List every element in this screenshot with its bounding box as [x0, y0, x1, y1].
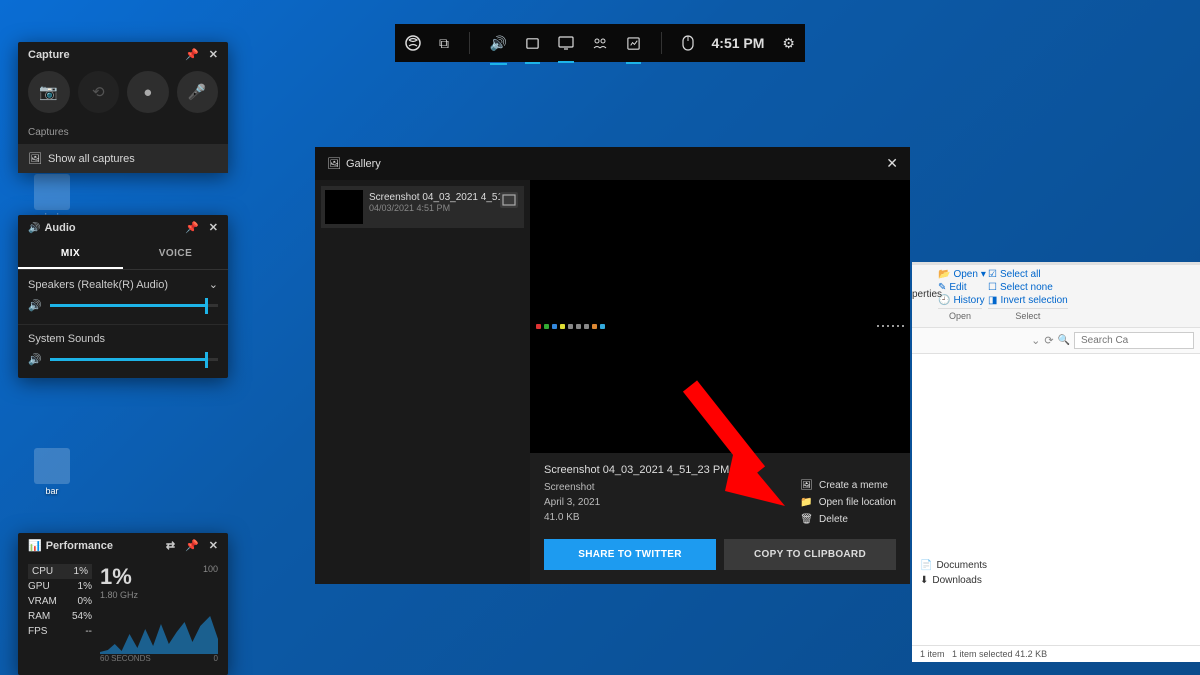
gallery-list-item[interactable]: Screenshot 04_03_2021 4_51... 04/03/2021… — [321, 186, 524, 228]
refresh-icon[interactable]: ⟳ — [1044, 334, 1053, 347]
pin-icon[interactable]: 📌 — [185, 539, 199, 552]
delete-button[interactable]: 🗑Delete — [800, 514, 896, 525]
show-all-captures-button[interactable]: 🖼 Show all captures — [18, 144, 228, 173]
trash-icon: 🗑 — [800, 514, 813, 525]
gallery-icon[interactable] — [626, 32, 641, 55]
copy-clipboard-button[interactable]: COPY TO CLIPBOARD — [724, 539, 896, 570]
volume-icon: 🔊 — [28, 299, 42, 312]
tab-mix[interactable]: MIX — [18, 240, 123, 269]
capture-title: Capture — [28, 49, 70, 61]
close-icon[interactable]: ✕ — [209, 48, 218, 61]
explorer-nav-documents[interactable]: 📄Documents — [920, 558, 1192, 573]
gallery-small-icon: 🖼 — [28, 152, 42, 165]
explorer-status-bar: 1 item 1 item selected 41.2 KB — [912, 645, 1200, 662]
pin-icon[interactable]: 📌 — [185, 221, 199, 234]
screenshot-button[interactable]: 📷 — [28, 71, 70, 113]
clock: 4:51 PM — [712, 35, 765, 51]
gallery-preview-image — [530, 180, 910, 453]
performance-icon[interactable] — [558, 32, 574, 54]
options-icon[interactable]: ⇄ — [166, 539, 175, 552]
explorer-invert[interactable]: ◨Invert selection — [988, 295, 1068, 306]
create-meme-button[interactable]: 🖼Create a meme — [800, 480, 896, 491]
gallery-window: 🖼Gallery ✕ Screenshot 04_03_2021 4_51...… — [315, 147, 910, 584]
audio-icon[interactable]: 🔊 — [490, 31, 507, 56]
cpu-graph — [100, 604, 218, 654]
close-icon[interactable]: ✕ — [886, 155, 898, 172]
xbox-icon[interactable] — [405, 31, 421, 55]
audio-widget: 🔊Audio 📌✕ MIX VOICE Speakers (Realtek(R)… — [18, 215, 228, 378]
share-twitter-button[interactable]: SHARE TO TWITTER — [544, 539, 716, 570]
desktop-icon[interactable]: bar — [27, 448, 77, 496]
tab-voice[interactable]: VOICE — [123, 240, 228, 269]
explorer-search-input[interactable] — [1074, 332, 1194, 349]
capture-widget: Capture 📌 ✕ 📷 ⟲ ● 🎤 Captures 🖼 Show all c… — [18, 42, 228, 173]
open-file-location-button[interactable]: 📁Open file location — [800, 497, 896, 508]
performance-widget: 📊Performance ⇄📌✕ CPU1% GPU1% VRAM0% RAM5… — [18, 533, 228, 675]
close-icon[interactable]: ✕ — [209, 539, 218, 552]
record-last-button[interactable]: ⟲ — [78, 71, 120, 113]
explorer-history[interactable]: 🕘History — [938, 295, 982, 306]
explorer-select-none[interactable]: ☐Select none — [988, 282, 1068, 293]
system-slider[interactable] — [50, 358, 218, 361]
mic-button[interactable]: 🎤 — [177, 71, 219, 113]
media-type-icon — [500, 192, 518, 208]
gamebar-toolbar: ⧉ 🔊 4:51 PM ⚙ — [395, 24, 805, 62]
explorer-edit[interactable]: ✎Edit — [938, 282, 982, 293]
speakers-slider[interactable] — [50, 304, 218, 307]
gallery-icon: 🖼 — [327, 158, 341, 170]
capture-icon[interactable] — [525, 32, 540, 55]
settings-icon[interactable]: ⚙ — [782, 31, 795, 56]
file-explorer-window: 📂Open▾ ✎Edit 🕘History Open ☑Select all ☐… — [912, 262, 1200, 662]
captures-label: Captures — [18, 121, 228, 144]
edit-name-icon[interactable]: ✎ — [737, 463, 746, 476]
pin-icon[interactable]: 📌 — [185, 48, 199, 61]
close-icon[interactable]: ✕ — [209, 221, 218, 234]
widgets-icon[interactable]: ⧉ — [439, 31, 449, 56]
meme-icon: 🖼 — [800, 480, 813, 491]
explorer-nav-downloads[interactable]: ⬇Downloads — [920, 573, 1192, 588]
explorer-open[interactable]: 📂Open▾ — [938, 269, 982, 280]
screenshot-name: Screenshot 04_03_2021 4_51_23 PM — [544, 464, 729, 476]
chevron-down-icon[interactable]: ⌄ — [209, 278, 218, 291]
record-button[interactable]: ● — [127, 71, 169, 113]
volume-icon: 🔊 — [28, 353, 42, 366]
mouse-icon[interactable] — [682, 31, 694, 55]
folder-icon: 📁 — [800, 497, 812, 508]
explorer-select-all[interactable]: ☑Select all — [988, 269, 1068, 280]
xbox-social-icon[interactable] — [592, 32, 608, 54]
